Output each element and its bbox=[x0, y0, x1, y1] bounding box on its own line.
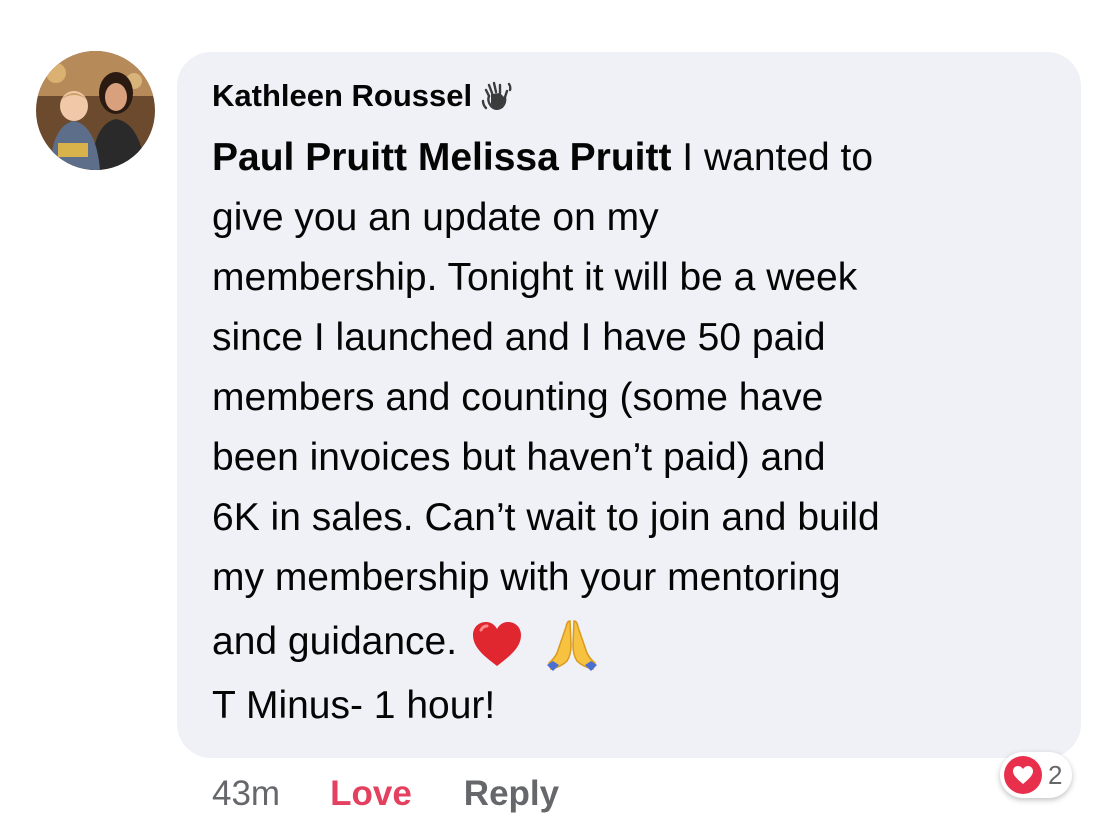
comment-line-7: 6K in sales. Can’t wait to join and buil… bbox=[212, 496, 880, 539]
comment-actions: 43m Love Reply bbox=[212, 770, 559, 818]
comment-line-1: Paul Pruitt Melissa Pruitt I wanted to bbox=[212, 128, 1072, 188]
waving-hand-icon bbox=[480, 79, 514, 113]
avatar[interactable] bbox=[36, 51, 155, 170]
reaction-count: 2 bbox=[1048, 759, 1063, 790]
comment-line-5: members and counting (some have bbox=[212, 376, 824, 419]
comment-line-8: my membership with your mentoring bbox=[212, 556, 841, 599]
timestamp[interactable]: 43m bbox=[212, 774, 280, 814]
love-button[interactable]: Love bbox=[330, 774, 412, 814]
folded-hands-emoji bbox=[547, 619, 598, 671]
comment-line-4: since I launched and I have 50 paid bbox=[212, 316, 826, 359]
comment-text-segment: I wanted to bbox=[671, 136, 874, 179]
love-reaction-icon bbox=[1004, 756, 1042, 794]
comment-line-2: give you an update on my bbox=[212, 196, 659, 239]
emoji-group bbox=[471, 615, 601, 673]
author-name[interactable]: Kathleen Roussel bbox=[212, 78, 472, 114]
comment-line-6: been invoices but haven’t paid) and bbox=[212, 436, 826, 479]
mention-paul-pruitt[interactable]: Paul Pruitt bbox=[212, 136, 407, 179]
reaction-summary[interactable]: 2 bbox=[1000, 752, 1073, 798]
mention-melissa-pruitt[interactable]: Melissa Pruitt bbox=[418, 136, 672, 179]
comment-line-10: T Minus- 1 hour! bbox=[212, 684, 496, 727]
reply-button[interactable]: Reply bbox=[464, 774, 559, 814]
comment-header: Kathleen Roussel bbox=[212, 76, 514, 116]
red-heart-emoji bbox=[473, 621, 522, 666]
comment-text: Paul Pruitt Melissa Pruitt I wanted to g… bbox=[212, 128, 1072, 736]
comment-line-3: membership. Tonight it will be a week bbox=[212, 256, 858, 299]
comment-text-segment: and guidance. bbox=[212, 620, 458, 663]
comment-line-9: and guidance. bbox=[212, 608, 1072, 676]
